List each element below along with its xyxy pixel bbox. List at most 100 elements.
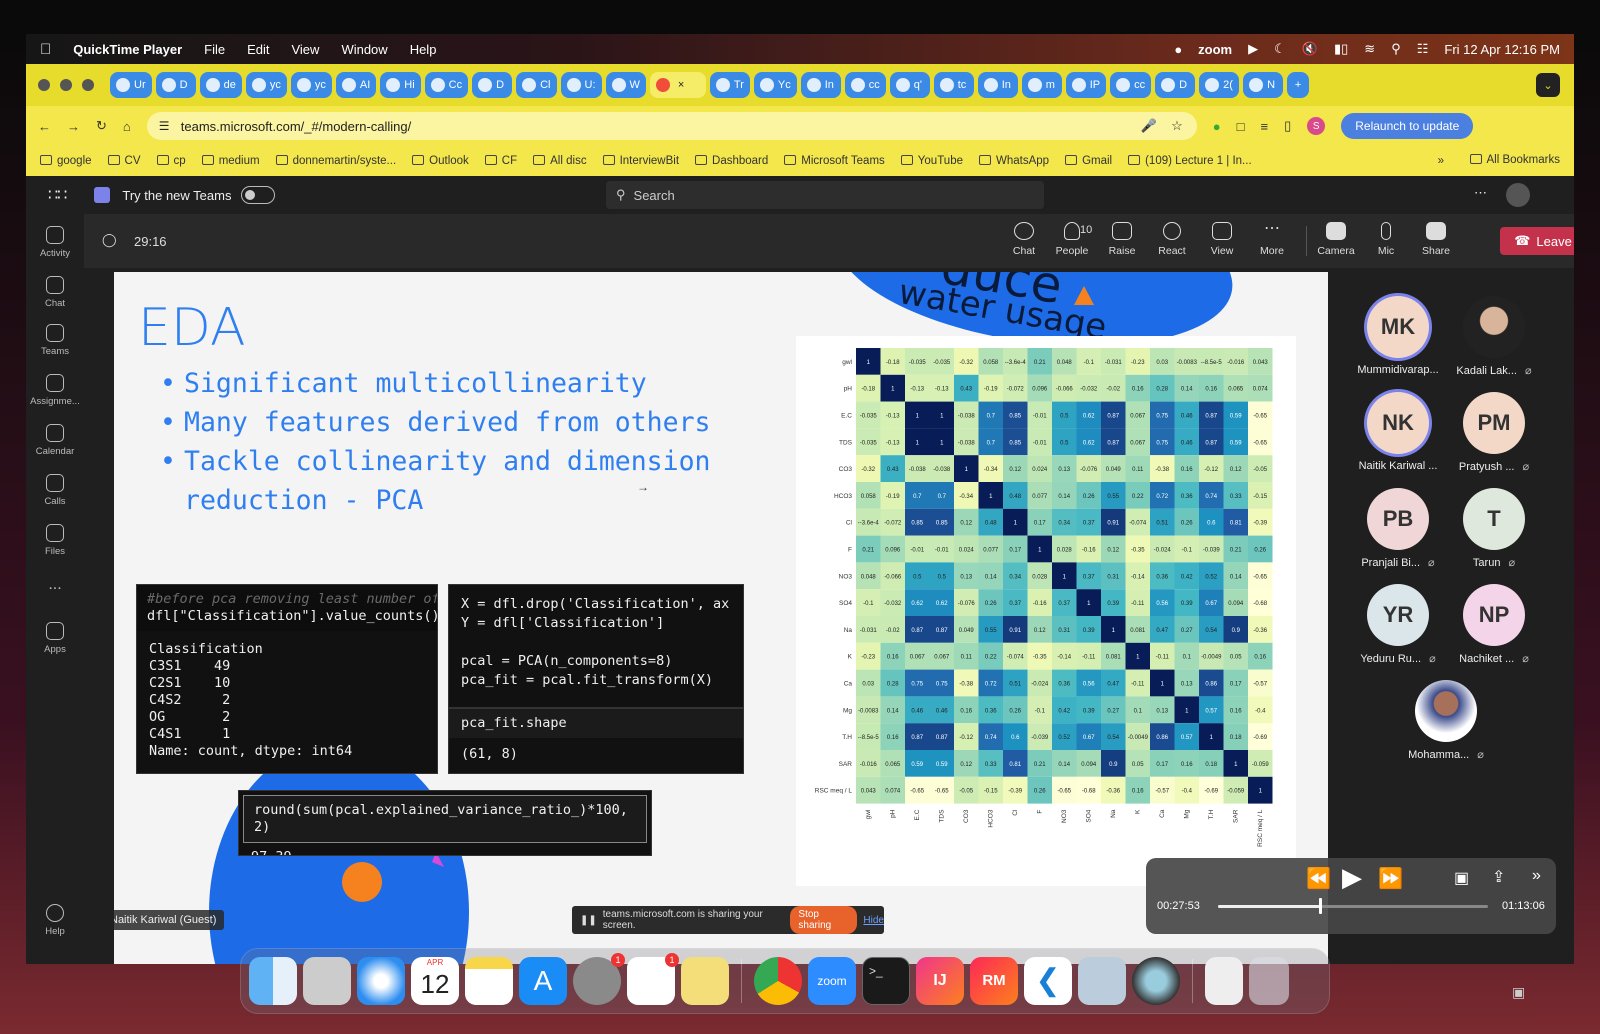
apple-icon[interactable]: : [40, 41, 51, 58]
system-settings-icon[interactable]: 1: [573, 953, 625, 1005]
bookmark-item[interactable]: (109) Lecture 1 | In...: [1128, 155, 1252, 167]
terminal-icon[interactable]: >_: [862, 957, 910, 1005]
rail-item-calendar[interactable]: Calendar: [26, 424, 84, 457]
screenshot-icon[interactable]: ▣: [1512, 984, 1525, 1001]
bookmark-star-icon[interactable]: ☆: [1171, 118, 1183, 134]
browser-tab[interactable]: AI: [335, 72, 377, 98]
app-launcher-icon[interactable]: ∷∷: [48, 185, 67, 205]
qt-share-icon[interactable]: ⇪: [1492, 867, 1505, 887]
bookmark-item[interactable]: google: [40, 155, 92, 167]
puzzle-icon[interactable]: □: [1237, 119, 1245, 134]
participant-tile[interactable]: NK Naitik Kariwal ...: [1350, 392, 1446, 472]
extension-icon[interactable]: ●: [1213, 119, 1221, 134]
finder-icon[interactable]: [249, 957, 297, 1005]
calendar-icon[interactable]: APR 12: [411, 957, 459, 1005]
play-status-icon[interactable]: ▶: [1248, 41, 1258, 57]
back-icon[interactable]: ←: [38, 119, 51, 134]
zoom-status-item[interactable]: zoom: [1198, 42, 1232, 57]
hide-banner-link[interactable]: Hide: [863, 915, 884, 926]
browser-tab[interactable]: Ur: [110, 72, 152, 98]
user-avatar[interactable]: [1506, 183, 1530, 207]
menu-help[interactable]: Help: [410, 42, 437, 57]
all-bookmarks[interactable]: All Bookmarks: [1469, 154, 1560, 166]
tab-close-icon[interactable]: ×: [678, 79, 684, 91]
site-info-icon[interactable]: ☰: [159, 119, 170, 133]
reading-list-icon[interactable]: ≡: [1260, 119, 1268, 134]
more-button[interactable]: ⋯ More: [1250, 221, 1294, 258]
bookmark-item[interactable]: Microsoft Teams: [784, 155, 885, 167]
app-store-icon[interactable]: A: [519, 957, 567, 1005]
browser-tab[interactable]: D: [1155, 72, 1196, 98]
bookmark-item[interactable]: CF: [484, 155, 517, 167]
bookmark-item[interactable]: donnemartin/syste...: [275, 155, 396, 167]
browser-tab[interactable]: tc: [933, 72, 974, 98]
window-close-button[interactable]: [38, 79, 50, 91]
play-icon[interactable]: ▶: [1342, 862, 1362, 893]
rail-item-chat[interactable]: Chat: [26, 276, 84, 309]
battery-icon[interactable]: ▮▯: [1334, 41, 1348, 57]
new-tab-button[interactable]: +: [1287, 72, 1310, 98]
url-field[interactable]: ☰ teams.microsoft.com/_#/modern-calling/…: [146, 112, 1197, 140]
browser-tab[interactable]: U:: [560, 72, 602, 98]
browser-tab[interactable]: de: [199, 72, 242, 98]
mic-button[interactable]: Mic: [1364, 222, 1408, 257]
browser-tab[interactable]: D: [155, 72, 196, 98]
bookmark-item[interactable]: Gmail: [1065, 155, 1112, 167]
browser-tab[interactable]: cc: [844, 72, 886, 98]
browser-tab[interactable]: m: [1021, 72, 1062, 98]
participant-tile[interactable]: MK Mummidivarap...: [1350, 296, 1446, 376]
launchpad-icon[interactable]: [303, 957, 351, 1005]
browser-tab[interactable]: 2(: [1199, 72, 1240, 98]
record-icon[interactable]: ●: [1174, 42, 1182, 57]
wifi-icon[interactable]: ≋: [1364, 41, 1375, 57]
more-options-icon[interactable]: ⋯: [1474, 185, 1487, 201]
share-button[interactable]: Share: [1414, 222, 1458, 257]
control-center-icon[interactable]: ☷: [1417, 41, 1429, 57]
scrub-bar[interactable]: [1218, 905, 1488, 908]
browser-tab[interactable]: yc: [245, 72, 287, 98]
browser-tab[interactable]: cc: [1110, 72, 1152, 98]
bookmarks-overflow-icon[interactable]: »: [1438, 155, 1444, 167]
app-name-menu[interactable]: QuickTime Player: [73, 42, 182, 57]
mute-icon[interactable]: 🔇: [1302, 41, 1318, 57]
participant-tile[interactable]: YR Yeduru Ru... ⌀: [1350, 584, 1446, 665]
participant-tile[interactable]: T Tarun ⌀: [1446, 488, 1542, 569]
zoom-app-icon[interactable]: zoom: [808, 957, 856, 1005]
camera-button[interactable]: Camera: [1314, 222, 1358, 257]
view-button[interactable]: View: [1200, 222, 1244, 257]
rail-item-teams[interactable]: Teams: [26, 324, 84, 357]
stickies-icon[interactable]: [681, 957, 729, 1005]
slack-icon[interactable]: 1: [627, 953, 679, 1005]
playback-speed-icon[interactable]: »: [1532, 867, 1541, 885]
browser-tab[interactable]: In: [977, 72, 1018, 98]
menu-view[interactable]: View: [291, 42, 319, 57]
bookmark-item[interactable]: WhatsApp: [979, 155, 1049, 167]
browser-tab[interactable]: q': [889, 72, 930, 98]
bookmark-item[interactable]: medium: [201, 155, 260, 167]
chat-button[interactable]: Chat: [1002, 222, 1046, 257]
picture-in-picture-icon[interactable]: ▣: [1454, 868, 1469, 888]
menu-edit[interactable]: Edit: [247, 42, 269, 57]
try-new-teams-toggle[interactable]: [241, 186, 276, 204]
sidepanel-icon[interactable]: ▯: [1284, 118, 1291, 134]
participant-tile[interactable]: Kadali Lak... ⌀: [1446, 296, 1542, 377]
window-zoom-button[interactable]: [82, 79, 94, 91]
rail-item-more[interactable]: ...: [26, 576, 84, 594]
rail-item-activity[interactable]: Activity: [26, 226, 84, 259]
rail-item-files[interactable]: Files: [26, 524, 84, 557]
browser-tab[interactable]: N: [1243, 72, 1284, 98]
rail-item-help[interactable]: Help: [26, 904, 84, 937]
bookmark-item[interactable]: All disc: [533, 155, 587, 167]
menubar-datetime[interactable]: Fri 12 Apr 12:16 PM: [1444, 42, 1560, 57]
spotlight-search-icon[interactable]: ⚲: [1391, 41, 1401, 57]
rail-item-assignments[interactable]: Assignme...: [26, 374, 84, 407]
rail-item-calls[interactable]: Calls: [26, 474, 84, 507]
participant-tile[interactable]: Mohamma... ⌀: [1398, 680, 1494, 761]
browser-tab[interactable]: D: [472, 72, 513, 98]
bookmark-item[interactable]: Outlook: [412, 155, 469, 167]
document-icon[interactable]: [1205, 957, 1243, 1005]
bookmark-item[interactable]: Dashboard: [695, 155, 768, 167]
home-icon[interactable]: ⌂: [123, 119, 131, 134]
quicktime-icon[interactable]: [1132, 957, 1180, 1005]
browser-tab[interactable]: Tr: [709, 72, 750, 98]
